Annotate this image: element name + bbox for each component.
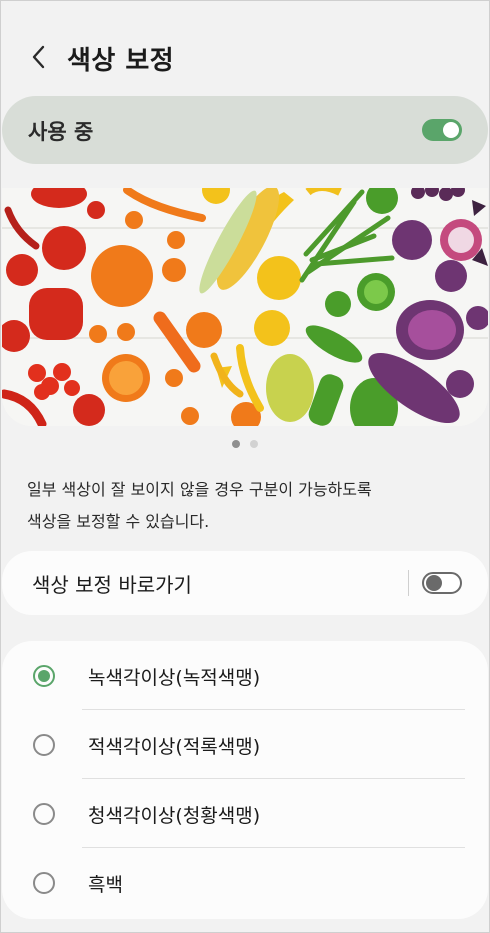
page-dot[interactable] bbox=[250, 440, 258, 448]
master-switch-row[interactable]: 사용 중 bbox=[2, 96, 488, 164]
shortcut-label: 색상 보정 바로가기 bbox=[32, 573, 192, 597]
option-label: 적색각이상(적록색맹) bbox=[88, 736, 261, 758]
page-title: 색상 보정 bbox=[67, 46, 175, 76]
correction-mode-list: 녹색각이상(녹적색맹) 적색각이상(적록색맹) 청색각이상(청황색맹) 흑백 bbox=[2, 641, 488, 919]
radio-button[interactable] bbox=[33, 803, 55, 825]
vertical-divider bbox=[408, 570, 409, 596]
page-dot[interactable] bbox=[232, 440, 240, 448]
master-switch-label: 사용 중 bbox=[28, 120, 94, 144]
master-toggle[interactable] bbox=[422, 119, 462, 141]
toggle-knob bbox=[443, 122, 459, 138]
preview-banner[interactable] bbox=[2, 188, 488, 426]
toggle-knob bbox=[426, 575, 442, 591]
description-line: 일부 색상이 잘 보이지 않을 경우 구분이 가능하도록 bbox=[27, 480, 372, 499]
option-deuteranomaly[interactable]: 녹색각이상(녹적색맹) bbox=[2, 641, 488, 710]
option-tritanomaly[interactable]: 청색각이상(청황색맹) bbox=[2, 779, 488, 848]
description-line: 색상을 보정할 수 있습니다. bbox=[27, 512, 210, 531]
radio-button[interactable] bbox=[33, 872, 55, 894]
radio-button[interactable] bbox=[33, 734, 55, 756]
option-grayscale[interactable]: 흑백 bbox=[2, 848, 488, 917]
option-label: 녹색각이상(녹적색맹) bbox=[88, 667, 261, 689]
shortcut-row[interactable]: 색상 보정 바로가기 bbox=[2, 551, 488, 615]
app-bar: 색상 보정 bbox=[0, 28, 490, 88]
option-label: 청색각이상(청황색맹) bbox=[88, 805, 261, 827]
description-text: 일부 색상이 잘 보이지 않을 경우 구분이 가능하도록 색상을 보정할 수 있… bbox=[27, 474, 467, 538]
shortcut-toggle[interactable] bbox=[422, 572, 462, 594]
radio-button[interactable] bbox=[33, 665, 55, 687]
back-arrow-icon[interactable] bbox=[24, 42, 54, 72]
option-label: 흑백 bbox=[88, 874, 123, 896]
vegetables-image bbox=[2, 188, 488, 426]
option-protanomaly[interactable]: 적색각이상(적록색맹) bbox=[2, 710, 488, 779]
page-indicator bbox=[0, 440, 490, 448]
